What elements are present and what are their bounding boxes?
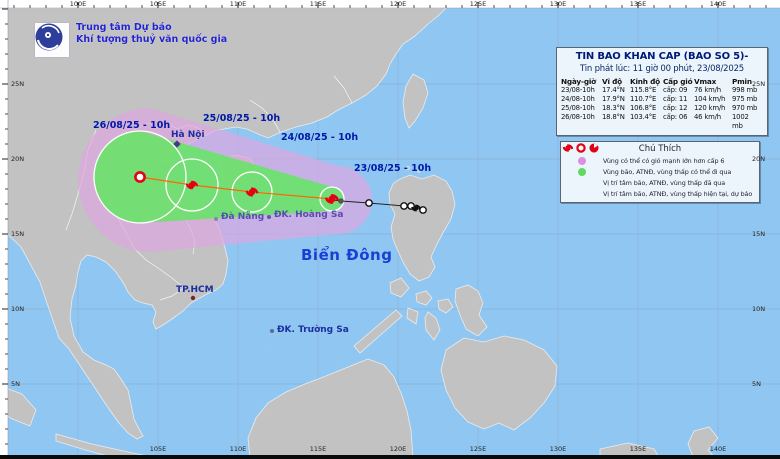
table-header-cell: Kinh độ xyxy=(630,77,663,86)
legend-panel: Chú Thích Vùng có thể có gió mạnh lớn hơ… xyxy=(560,141,760,203)
table-cell: cấp: 06 xyxy=(663,113,694,131)
bulletin-issued-time: Tin phát lúc: 11 giờ 00 phút, 23/08/2025 xyxy=(561,64,763,74)
city-label: ĐK. Trường Sa xyxy=(277,325,349,335)
storm-bulletin-panel: TIN BAO KHAN CAP (BAO SO 5)- Tin phát lú… xyxy=(556,47,768,136)
axis-label-right: 25N xyxy=(752,80,765,88)
axis-label-bottom: 105E xyxy=(150,445,167,453)
city-label: Đà Nẵng xyxy=(221,212,264,222)
table-header-cell: Vĩ độ xyxy=(602,77,630,86)
track-date-label: 23/08/25 - 10h xyxy=(354,163,431,174)
table-cell: 18.3°N xyxy=(602,104,630,113)
axis-label-right: 10N xyxy=(752,305,765,313)
bulletin-title: TIN BAO KHAN CAP (BAO SO 5)- xyxy=(561,51,763,62)
table-cell: 115.8°E xyxy=(630,86,663,95)
axis-label-top: 110E xyxy=(230,0,247,8)
axis-label-bottom: 125E xyxy=(470,445,487,453)
axis-label-top: 115E xyxy=(310,0,327,8)
legend-label: Vị trí tâm bão, ATNĐ, vùng thấp đã qua xyxy=(603,179,725,187)
axis-label-bottom: 135E xyxy=(630,445,647,453)
table-cell: 104 km/h xyxy=(694,95,732,104)
table-cell: 17.9°N xyxy=(602,95,630,104)
table-cell: 1002 mb xyxy=(732,113,759,131)
table-cell: 970 mb xyxy=(732,104,759,113)
axis-label-bottom: 130E xyxy=(550,445,567,453)
axis-label-left: 25N xyxy=(11,80,24,88)
agency-name: Trung tâm Dự báo Khí tượng thuỷ văn quốc… xyxy=(76,22,227,46)
sea-name-label: Biển Đông xyxy=(301,246,392,264)
table-cell: 76 km/h xyxy=(694,86,732,95)
agency-logo-block: Trung tâm Dự báo Khí tượng thuỷ văn quốc… xyxy=(34,22,227,58)
table-cell: 106.8°E xyxy=(630,104,663,113)
table-header-cell: Ngày-giờ xyxy=(561,77,602,86)
table-cell: 23/08-10h xyxy=(561,86,602,95)
legend-label: Vị trí tâm bão, ATNĐ, vùng thấp hiện tại… xyxy=(603,190,752,198)
table-cell: cấp: 11 xyxy=(663,95,694,104)
axis-label-top: 135E xyxy=(630,0,647,8)
axis-label-right: 5N xyxy=(752,380,761,388)
table-cell: 46 km/h xyxy=(694,113,732,131)
axis-label-right: 15N xyxy=(752,230,765,238)
axis-label-left: 20N xyxy=(11,155,24,163)
legend-row-past: Vị trí tâm bão, ATNĐ, vùng thấp đã qua xyxy=(561,177,759,188)
table-header-cell: Vmax xyxy=(694,77,732,86)
table-cell: 18.8°N xyxy=(602,113,630,131)
agency-logo xyxy=(34,22,70,58)
danang-marker xyxy=(214,217,218,221)
violet-zone-swatch xyxy=(561,157,603,165)
hoangsa-marker xyxy=(267,215,271,219)
axis-label-left: 10N xyxy=(11,305,24,313)
table-cell: 17.4°N xyxy=(602,86,630,95)
table-cell: 24/08-10h xyxy=(561,95,602,104)
axis-label-top: 130E xyxy=(550,0,567,8)
agency-name-line1: Trung tâm Dự báo xyxy=(76,22,227,34)
green-zone-swatch xyxy=(561,168,603,176)
legend-row-wind-zone: Vùng có thể có gió mạnh lớn hơn cấp 6 xyxy=(561,155,759,166)
axis-label-bottom: 115E xyxy=(310,445,327,453)
hcm-marker xyxy=(191,296,195,300)
legend-label: Vùng bão, ATNĐ, vùng thấp có thể đi qua xyxy=(603,168,731,176)
table-cell: cấp: 09 xyxy=(663,86,694,95)
table-header-cell: Cấp gió xyxy=(663,77,694,86)
forecast-table: Ngày-giờVĩ độKinh độCấp gióVmaxPmin23/08… xyxy=(561,77,763,131)
axis-label-top: 120E xyxy=(390,0,407,8)
city-label: ĐK. Hoàng Sa xyxy=(274,210,343,220)
track-date-label: 25/08/25 - 10h xyxy=(203,113,280,124)
bottom-bar xyxy=(0,455,780,459)
logo-globe-icon xyxy=(34,22,64,52)
track-date-label: 24/08/25 - 10h xyxy=(281,132,358,143)
table-cell: 110.7°E xyxy=(630,95,663,104)
axis-label-right: 20N xyxy=(752,155,765,163)
track-date-label: 26/08/25 - 10h xyxy=(93,120,170,131)
legend-label: Vùng có thể có gió mạnh lớn hơn cấp 6 xyxy=(603,157,724,165)
legend-row-forecast: Vị trí tâm bão, ATNĐ, vùng thấp hiện tại… xyxy=(561,188,759,199)
table-cell: 26/08-10h xyxy=(561,113,602,131)
city-label: TP.HCM xyxy=(176,285,214,295)
table-cell: 975 mb xyxy=(732,95,759,104)
axis-label-bottom: 110E xyxy=(230,445,247,453)
axis-label-left: 5N xyxy=(11,380,20,388)
table-cell: 25/08-10h xyxy=(561,104,602,113)
truongsa-marker xyxy=(270,329,274,333)
table-cell: 120 km/h xyxy=(694,104,732,113)
axis-label-bottom: 120E xyxy=(390,445,407,453)
agency-name-line2: Khí tượng thuỷ văn quốc gia xyxy=(76,34,227,46)
low-pressure-icon xyxy=(135,172,144,181)
axis-label-top: 105E xyxy=(150,0,167,8)
axis-label-left: 15N xyxy=(11,230,24,238)
axis-label-top: 100E xyxy=(70,0,87,8)
axis-label-top: 140E xyxy=(710,0,727,8)
city-label: Hà Nội xyxy=(171,130,205,140)
axis-label-top: 125E xyxy=(470,0,487,8)
axis-label-bottom: 140E xyxy=(710,445,727,453)
legend-row-storm-zone: Vùng bão, ATNĐ, vùng thấp có thể đi qua xyxy=(561,166,759,177)
table-cell: 103.4°E xyxy=(630,113,663,131)
table-cell: cấp: 12 xyxy=(663,104,694,113)
weather-map-screen: Trung tâm Dự báo Khí tượng thuỷ văn quốc… xyxy=(0,0,780,459)
